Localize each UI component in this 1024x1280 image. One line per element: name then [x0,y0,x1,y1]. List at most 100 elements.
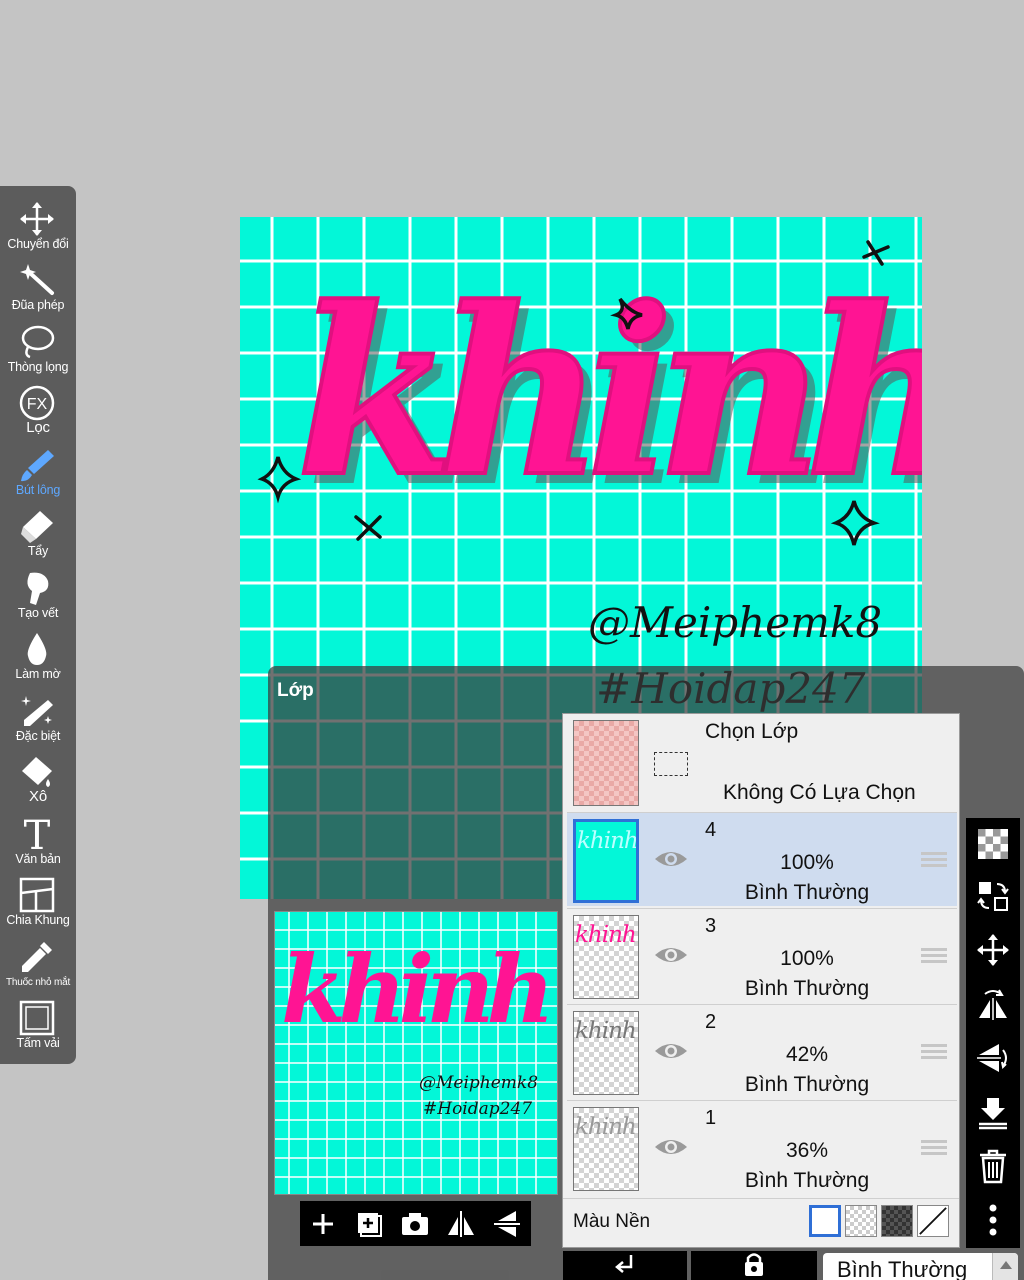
tool-sidebar: Chuyển đổi Đũa phép Thòng lọng FX Lọc Bú… [0,186,76,1064]
blend-mode-select[interactable]: Bình Thường [823,1253,1018,1280]
background-transparent-light-swatch[interactable] [845,1205,877,1237]
tool-filter[interactable]: FX Lọc [0,382,76,443]
background-color-row: Màu Nền [563,1198,959,1246]
blur-drop-icon [27,633,47,665]
tool-smudge[interactable]: Tạo vết [0,567,76,628]
layer-row-1[interactable]: khinh 1 36% Bình Thường [567,1100,957,1194]
drag-handle-icon[interactable] [921,1140,947,1158]
tool-transform[interactable]: Chuyển đổi [0,198,76,259]
visibility-eye-icon[interactable] [653,943,689,967]
layer-number: 4 [705,819,717,841]
tool-frame-divider[interactable]: Chia Khung [0,874,76,935]
layer-blend-mode: Bình Thường [744,881,870,904]
layer-row-2[interactable]: khinh 2 42% Bình Thường [567,1004,957,1098]
alpha-lock-button[interactable] [691,1251,817,1280]
svg-text:khinh: khinh [281,935,548,1045]
layers-list: Chọn Lớp Không Có Lựa Chọn khinh 4 100% … [562,713,960,1248]
transparency-lock-icon[interactable] [975,826,1011,862]
selection-layer-row[interactable]: Chọn Lớp Không Có Lựa Chọn [563,714,959,810]
flip-layer-vertical-icon[interactable] [975,1040,1011,1076]
flip-horizontal-icon[interactable] [444,1207,478,1241]
smudge-icon [27,572,49,605]
tool-canvas[interactable]: Tấm vải [0,997,76,1058]
background-none-swatch[interactable] [917,1205,949,1237]
tool-lasso[interactable]: Thòng lọng [0,321,76,382]
brush-icon [21,450,54,482]
layer-opacity: 36% [785,1139,829,1162]
tool-special[interactable]: Đặc biệt [0,690,76,751]
background-transparent-dark-swatch[interactable] [881,1205,913,1237]
flip-vertical-icon[interactable] [490,1207,524,1241]
selection-title: Chọn Lớp [705,720,799,743]
tool-label: Tẩy [27,544,49,558]
tool-label: Đũa phép [11,298,65,312]
layer-thumbnail: khinh [573,1011,639,1095]
add-layer-copy-icon[interactable] [352,1207,386,1241]
special-brush-icon [21,696,53,726]
bucket-icon [22,757,52,787]
visibility-eye-icon[interactable] [653,1039,689,1063]
canvas-icon [19,1000,55,1036]
tool-text[interactable]: T Văn bản [0,813,76,874]
fx-filter-icon: FX [19,385,55,421]
visibility-eye-icon[interactable] [653,1135,689,1159]
selection-marquee-icon [654,752,688,776]
tool-blur[interactable]: Làm mờ [0,628,76,689]
lettering-main: khinh [296,258,922,528]
clipping-button[interactable] [563,1251,687,1280]
tool-brush[interactable]: Bút lông [0,444,76,505]
text-icon: T [24,815,51,853]
layer-tools-bar [966,818,1020,1248]
tool-eraser[interactable]: Tẩy [0,505,76,566]
tool-magic-wand[interactable]: Đũa phép [0,259,76,320]
tool-label: Xô [29,788,47,805]
add-layer-icon[interactable] [306,1207,340,1241]
tool-label: Chia Khung [6,913,70,927]
tool-eyedropper[interactable]: Thuốc nhỏ mắt [0,936,76,997]
layer-opacity: 42% [785,1043,829,1066]
frame-divider-icon [19,877,55,913]
tool-label: Bút lông [15,483,61,497]
blend-mode-value: Bình Thường [837,1257,968,1280]
more-options-icon[interactable] [975,1202,1011,1238]
visibility-eye-icon[interactable] [653,847,689,871]
alpha-lock-icon [745,1253,763,1276]
layer-thumbnail: khinh [573,819,639,903]
selection-thumbnail [573,720,639,806]
svg-text:@Meiphemk8: @Meiphemk8 [419,1073,538,1093]
svg-text:#Hoidap247: #Hoidap247 [423,1099,532,1119]
drag-handle-icon[interactable] [921,948,947,966]
drag-handle-icon[interactable] [921,1044,947,1062]
magic-wand-icon [20,264,54,295]
layer-panel-title: Lớp [277,680,314,701]
tool-label: Đặc biệt [15,729,61,743]
svg-text:FX: FX [27,396,48,413]
move-layer-icon[interactable] [975,932,1011,968]
tool-label: Làm mờ [15,667,61,681]
layer-row-3[interactable]: khinh 3 100% Bình Thường [567,908,957,1002]
tool-label: Thòng lọng [7,360,69,374]
tool-label: Thuốc nhỏ mắt [5,977,71,988]
layer-thumbnail: khinh [573,1107,639,1191]
layer-opacity: 100% [780,947,834,970]
tool-label: Tạo vết [17,606,59,620]
layer-blend-mode: Bình Thường [744,1073,870,1096]
layer-swap-icon[interactable] [975,878,1011,914]
camera-icon[interactable] [398,1207,432,1241]
canvas-preview[interactable]: khinh @Meiphemk8 #Hoidap247 [274,911,558,1195]
selection-subtitle: Không Có Lựa Chọn [723,781,916,804]
preview-svg: khinh @Meiphemk8 #Hoidap247 [275,912,557,1194]
drag-handle-icon[interactable] [921,852,947,870]
trash-icon[interactable] [975,1148,1011,1184]
tool-bucket[interactable]: Xô [0,751,76,812]
background-white-swatch[interactable] [809,1205,841,1237]
layer-number: 2 [705,1011,717,1033]
merge-down-icon[interactable] [975,1094,1011,1130]
layer-row-4[interactable]: khinh 4 100% Bình Thường [567,812,957,906]
layer-thumbnail: khinh [573,915,639,999]
tool-label: Chuyển đổi [7,237,69,251]
tool-label: Văn bản [15,852,61,866]
move-arrows-icon [20,202,54,236]
flip-layer-horizontal-icon[interactable] [975,986,1011,1022]
layer-number: 1 [705,1107,717,1129]
